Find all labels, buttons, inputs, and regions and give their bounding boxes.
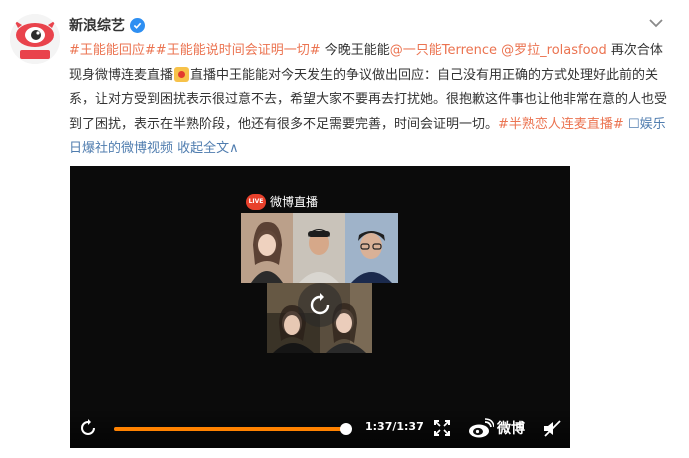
video-tile <box>241 213 293 283</box>
collapse-text-link[interactable]: 收起全文∧ <box>173 141 239 156</box>
hashtag-link[interactable]: #王能能说时间会证明一切# <box>156 43 321 58</box>
participant-image <box>345 213 398 283</box>
post-text: #王能能回应##王能能说时间会证明一切# 今晚王能能@一只能Terrence @… <box>69 39 669 162</box>
live-icon: LIVE <box>246 193 266 210</box>
eye-logo-icon <box>10 14 60 64</box>
weibo-watermark: 微博 <box>468 418 525 438</box>
mute-button[interactable] <box>543 420 561 437</box>
hashtag-link[interactable]: #王能能回应# <box>69 43 156 58</box>
live-brand-label: 微博直播 <box>270 195 319 209</box>
replay-overlay-button[interactable] <box>298 283 342 327</box>
mute-icon <box>544 420 561 437</box>
replay-icon <box>310 293 330 315</box>
avatar[interactable] <box>10 14 60 64</box>
participant-image <box>293 213 345 283</box>
video-tile <box>345 213 398 283</box>
participant-image <box>241 213 293 283</box>
video-tile <box>293 213 345 283</box>
replay-button[interactable] <box>79 419 97 437</box>
verified-icon <box>130 17 145 33</box>
mention-link[interactable]: @一只能Terrence <box>390 43 497 58</box>
hashtag-link[interactable]: #半熟恋人连麦直播# <box>498 117 624 132</box>
account-name: 新浪综艺 <box>69 18 125 34</box>
post-text-segment: 今晚王能能 <box>320 43 390 58</box>
weibo-logo-icon <box>469 418 494 438</box>
progress-fill <box>114 427 346 431</box>
live-emoji-icon <box>174 66 190 82</box>
time-display: 1:37/1:37 <box>365 420 424 433</box>
progress-bar[interactable] <box>114 423 352 435</box>
watermark-label: 微博 <box>497 421 525 437</box>
fullscreen-button[interactable] <box>434 420 450 436</box>
weibo-live-logo: LIVE 微博直播 <box>246 193 318 210</box>
post-menu-chevron-icon[interactable] <box>646 14 666 32</box>
account-name-link[interactable]: 新浪综艺 <box>69 15 145 35</box>
replay-icon <box>81 419 95 435</box>
fullscreen-icon <box>434 420 450 436</box>
mention-link[interactable]: @罗拉_rolasfood <box>497 43 607 58</box>
progress-handle[interactable] <box>340 423 352 435</box>
video-player[interactable]: LIVE 微博直播 1:37/1:37 微博 <box>70 166 570 448</box>
